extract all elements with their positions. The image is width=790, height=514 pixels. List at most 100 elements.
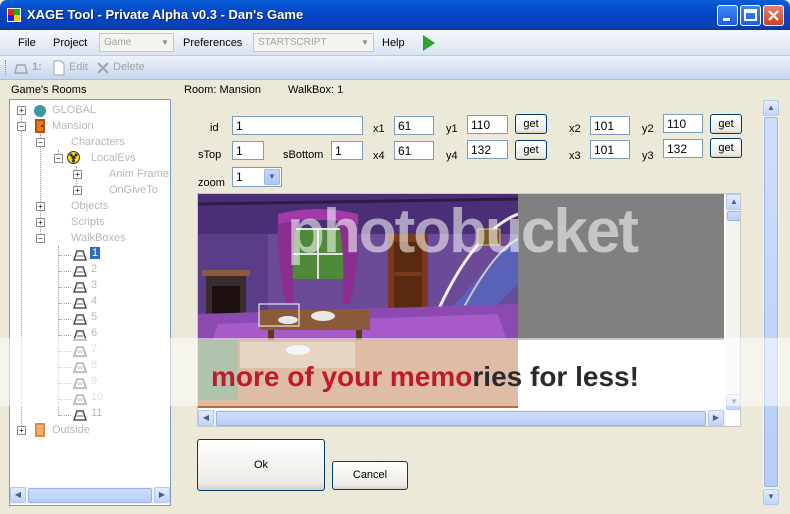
- expand-toggle[interactable]: +: [36, 202, 45, 211]
- window-title: XAGE Tool - Private Alpha v0.3 - Dan's G…: [27, 7, 304, 22]
- scroll-down-icon[interactable]: ▼: [763, 489, 779, 505]
- y3-field[interactable]: 132: [663, 139, 703, 158]
- tree-horizontal-scrollbar[interactable]: ◀ ▶: [10, 487, 170, 504]
- get-button-p4[interactable]: get: [515, 140, 547, 160]
- x4-label: x4: [373, 150, 385, 162]
- tree-walkbox-item[interactable]: 2: [91, 263, 97, 275]
- globe-icon: [34, 105, 46, 118]
- close-button[interactable]: [763, 5, 784, 26]
- walkbox-icon: [72, 314, 88, 325]
- minimize-icon: [723, 18, 730, 21]
- chevron-down-icon: ▼: [361, 38, 369, 47]
- get-button-p1[interactable]: get: [515, 114, 547, 134]
- close-icon: [768, 10, 779, 21]
- cancel-button[interactable]: Cancel: [332, 461, 408, 490]
- tree-item-walkboxes[interactable]: WalkBoxes: [71, 232, 126, 244]
- stop-label: sTop: [198, 149, 222, 161]
- expand-toggle[interactable]: +: [36, 218, 45, 227]
- main-vertical-scrollbar[interactable]: ▲ ▼: [763, 100, 779, 505]
- tree-item-global[interactable]: GLOBAL: [52, 104, 96, 116]
- x3-field[interactable]: 101: [590, 140, 630, 159]
- play-icon[interactable]: [423, 35, 435, 51]
- scroll-left-icon[interactable]: ◀: [198, 410, 214, 426]
- tree-walkbox-item[interactable]: 5: [91, 311, 97, 323]
- collapse-toggle[interactable]: −: [36, 138, 45, 147]
- zoom-value: 1: [236, 170, 243, 184]
- tree-walkbox-item[interactable]: 1: [90, 247, 101, 259]
- scroll-up-icon[interactable]: ▲: [726, 194, 740, 210]
- get-button-p2[interactable]: get: [710, 114, 742, 134]
- y2-field[interactable]: 110: [663, 114, 703, 133]
- tree-item-mansion[interactable]: Mansion: [52, 120, 94, 132]
- watermark-slogan-part1: more of your memo: [211, 361, 473, 392]
- tree-item-objects[interactable]: Objects: [71, 200, 108, 212]
- collapse-toggle[interactable]: −: [17, 122, 26, 131]
- get-button-p3[interactable]: get: [710, 138, 742, 158]
- y4-label: y4: [446, 150, 458, 162]
- toolbar-count: 1:: [32, 61, 42, 73]
- minimize-button[interactable]: [717, 5, 738, 26]
- scroll-thumb[interactable]: [28, 488, 152, 503]
- menu-project[interactable]: Project: [53, 37, 87, 49]
- id-label: id: [210, 122, 219, 134]
- walkbox-icon: [72, 266, 88, 277]
- scroll-up-icon[interactable]: ▲: [763, 100, 779, 116]
- tree-item-localevs[interactable]: LocalEvs: [91, 152, 136, 164]
- scroll-thumb[interactable]: [216, 411, 706, 426]
- scroll-right-icon[interactable]: ▶: [708, 410, 724, 426]
- y3-label: y3: [642, 150, 654, 162]
- scroll-thumb[interactable]: [764, 117, 778, 487]
- x3-label: x3: [569, 150, 581, 162]
- collapse-toggle[interactable]: −: [54, 154, 63, 163]
- scroll-thumb[interactable]: [727, 211, 740, 221]
- expand-toggle[interactable]: +: [73, 186, 82, 195]
- chevron-down-icon: ▼: [264, 169, 280, 185]
- y4-field[interactable]: 132: [467, 140, 508, 159]
- edit-icon: [53, 60, 65, 76]
- delete-icon: [97, 62, 109, 74]
- delete-button[interactable]: Delete: [113, 61, 145, 73]
- scroll-left-icon[interactable]: ◀: [10, 487, 26, 503]
- x2-field[interactable]: 101: [590, 116, 630, 135]
- sbottom-field[interactable]: 1: [331, 141, 363, 160]
- maximize-button[interactable]: [740, 5, 761, 26]
- expand-toggle[interactable]: +: [17, 426, 26, 435]
- tree-walkbox-item[interactable]: 3: [91, 279, 97, 291]
- app-icon: [7, 8, 21, 22]
- zoom-select[interactable]: 1 ▼: [232, 167, 282, 187]
- expand-toggle[interactable]: +: [17, 106, 26, 115]
- walkbox-label: WalkBox: 1: [288, 84, 344, 96]
- expand-toggle[interactable]: +: [73, 170, 82, 179]
- x1-label: x1: [373, 123, 385, 135]
- tree-walkbox-item[interactable]: 4: [91, 295, 97, 307]
- maximize-icon: [744, 9, 757, 21]
- x4-field[interactable]: 61: [394, 141, 434, 160]
- tree-walkbox-item[interactable]: 11: [91, 407, 102, 419]
- menu-help[interactable]: Help: [382, 37, 405, 49]
- menu-preferences[interactable]: Preferences: [183, 37, 242, 49]
- viewport-horizontal-scrollbar[interactable]: ◀ ▶: [198, 410, 726, 426]
- y1-field[interactable]: 110: [467, 115, 508, 134]
- tree-item-characters[interactable]: Characters: [71, 136, 125, 148]
- rooms-panel-title: Game's Rooms: [11, 84, 87, 96]
- tree-item-anim-frames[interactable]: Anim Frames: [109, 168, 170, 180]
- rooms-tree[interactable]: + GLOBAL − Mansion − Characters − LocalE…: [9, 99, 171, 506]
- tree-item-outside[interactable]: Outside: [52, 424, 90, 436]
- watermark-slogan: more of your memories for less!: [211, 361, 639, 393]
- script-combo[interactable]: STARTSCRIPT ▼: [253, 33, 374, 52]
- edit-button[interactable]: Edit: [69, 61, 88, 73]
- ok-button[interactable]: Ok: [197, 439, 325, 491]
- collapse-toggle[interactable]: −: [36, 234, 45, 243]
- scroll-right-icon[interactable]: ▶: [154, 487, 170, 503]
- x1-field[interactable]: 61: [394, 116, 434, 135]
- walkbox-icon: [72, 410, 88, 421]
- room-label: Room: Mansion: [184, 84, 262, 96]
- menu-file[interactable]: File: [18, 37, 36, 49]
- tree-item-scripts[interactable]: Scripts: [71, 216, 105, 228]
- game-combo[interactable]: Game ▼: [99, 33, 174, 52]
- stop-field[interactable]: 1: [232, 141, 264, 160]
- id-field[interactable]: 1: [232, 116, 363, 135]
- walkbox-icon: [14, 64, 28, 74]
- tree-item-ongiveto[interactable]: OnGiveTo: [109, 184, 158, 196]
- walkbox-icon: [72, 298, 88, 309]
